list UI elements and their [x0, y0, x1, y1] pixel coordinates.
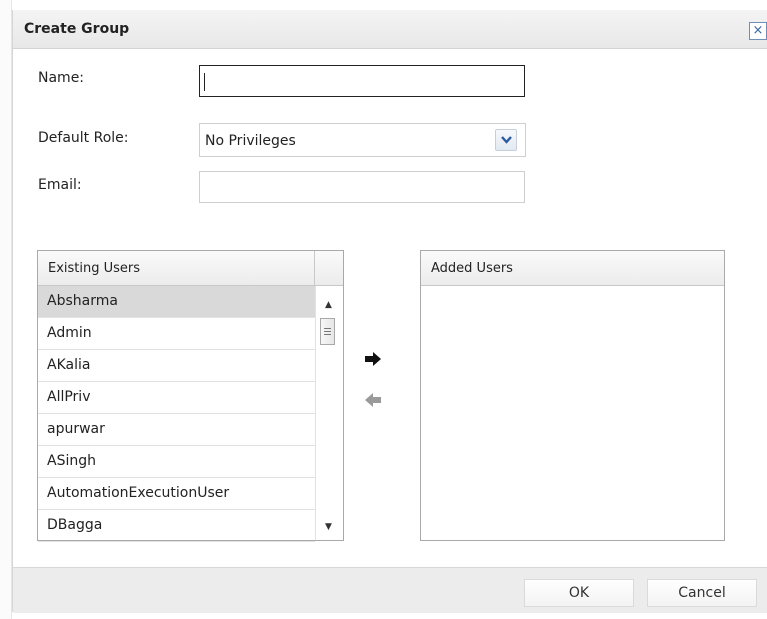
list-item[interactable]: DBagga	[38, 510, 315, 542]
default-role-value: No Privileges	[205, 133, 296, 149]
arrow-right-icon[interactable]	[361, 347, 385, 371]
scroll-thumb[interactable]	[320, 318, 335, 345]
default-role-label: Default Role:	[38, 130, 129, 146]
name-label: Name:	[38, 70, 85, 86]
default-role-select[interactable]: No Privileges	[199, 123, 526, 157]
cancel-button[interactable]: Cancel	[647, 579, 757, 607]
list-item[interactable]: ASingh	[38, 446, 315, 478]
existing-users-scrollbar[interactable]: ▲ ▼	[315, 286, 342, 540]
dialog-footer: OK Cancel	[13, 567, 767, 613]
existing-users-header: Existing Users	[38, 251, 343, 286]
added-users-title: Added Users	[431, 261, 513, 276]
header-separator	[314, 251, 315, 286]
email-label: Email:	[38, 177, 82, 193]
scroll-up-icon[interactable]: ▲	[325, 300, 332, 310]
arrow-left-icon[interactable]	[361, 388, 385, 412]
list-item[interactable]: Admin	[38, 318, 315, 350]
scroll-down-icon[interactable]: ▼	[325, 522, 332, 532]
chevron-down-icon[interactable]	[495, 129, 517, 151]
create-group-dialog: Create Group × Name: Default Role: No Pr…	[12, 10, 767, 613]
name-input[interactable]	[199, 65, 525, 97]
list-item[interactable]: apurwar	[38, 414, 315, 446]
list-item[interactable]: Absharma	[38, 286, 315, 318]
added-users-panel: Added Users	[420, 250, 725, 541]
ok-button[interactable]: OK	[524, 579, 634, 607]
list-item[interactable]: AutomationExecutionUser	[38, 478, 315, 510]
list-item[interactable]: AllPriv	[38, 382, 315, 414]
list-item[interactable]: AKalia	[38, 350, 315, 382]
text-cursor	[204, 73, 205, 91]
added-users-header: Added Users	[421, 251, 724, 286]
dialog-title: Create Group	[24, 21, 130, 37]
existing-users-panel: Existing Users Absharma Admin AKalia AllPri…	[37, 250, 344, 542]
email-input[interactable]	[199, 171, 525, 203]
close-icon[interactable]: ×	[749, 22, 767, 40]
existing-users-list[interactable]: Absharma Admin AKalia AllPriv apurwar ASingh A…	[38, 286, 315, 542]
dialog-titlebar: Create Group ×	[13, 10, 767, 49]
page-background-edge	[0, 0, 12, 619]
existing-users-title: Existing Users	[48, 261, 141, 276]
